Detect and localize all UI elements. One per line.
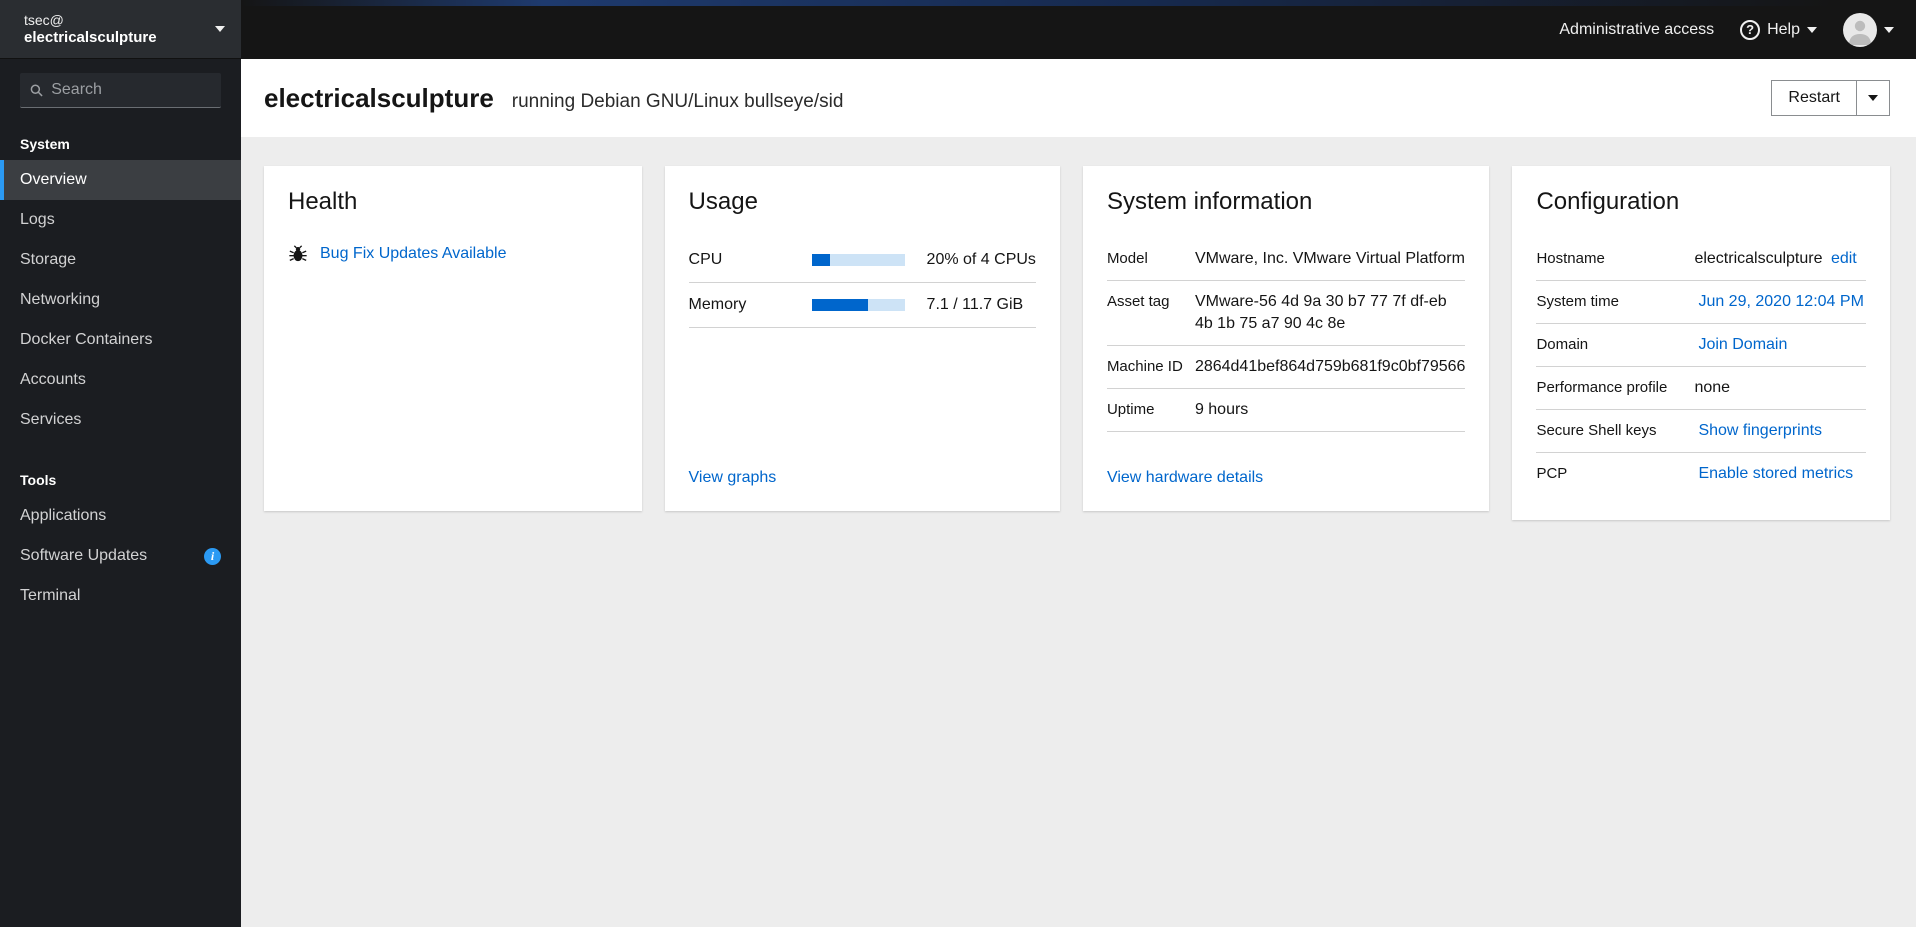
sidebar-item-docker-containers[interactable]: Docker Containers (0, 320, 241, 360)
chevron-down-icon (1807, 26, 1817, 33)
memory-usage-value: 7.1 / 11.7 GiB (926, 296, 1024, 313)
view-hardware-details-link[interactable]: View hardware details (1107, 469, 1263, 486)
usage-row-memory: Memory 7.1 / 11.7 GiB (688, 283, 1036, 328)
system-time-link[interactable]: Jun 29, 2020 12:04 PM (1698, 293, 1863, 310)
restart-dropdown-toggle[interactable] (1856, 81, 1889, 115)
sidebar-item-networking[interactable]: Networking (0, 280, 241, 320)
hostname-value: electricalsculpture (1694, 250, 1823, 267)
sysinfo-row-uptime: Uptime 9 hours (1106, 389, 1466, 432)
avatar (1843, 12, 1877, 47)
configuration-title: Configuration (1536, 188, 1680, 215)
page-title: electricalsculpture (264, 82, 494, 113)
restart-split-button: Restart (1771, 80, 1890, 116)
configuration-card: Configuration Hostname electricalsculptu… (1512, 166, 1890, 520)
restart-button[interactable]: Restart (1772, 81, 1856, 115)
chevron-down-icon (215, 26, 225, 32)
view-graphs-link[interactable]: View graphs (689, 469, 777, 486)
sidebar-item-logs[interactable]: Logs (0, 200, 241, 240)
sidebar: tsec@ electricalsculpture System Overvie… (0, 0, 241, 927)
person-icon (1849, 20, 1871, 45)
sysinfo-row-machine-id: Machine ID 2864d41bef864d759b681f9c0bf79… (1106, 346, 1466, 389)
config-row-domain: Domain Join Domain (1536, 324, 1866, 367)
sysinfo-row-model: Model VMware, Inc. VMware Virtual Platfo… (1106, 238, 1466, 281)
usage-card-title: Usage (688, 188, 758, 215)
health-card-title: Health (288, 188, 358, 215)
performance-profile-value: none (1694, 379, 1731, 396)
nav-section-system: System (20, 136, 70, 152)
config-row-hostname: Hostname electricalsculpture edit (1536, 238, 1866, 281)
usage-card: Usage CPU 20% of 4 CPUs Memory 7.1 / 11.… (664, 166, 1060, 511)
join-domain-link[interactable]: Join Domain (1698, 336, 1787, 353)
main-content: electricalsculpture running Debian GNU/L… (241, 59, 1916, 927)
sidebar-item-overview[interactable]: Overview (0, 160, 241, 200)
edit-hostname-link[interactable]: edit (1831, 250, 1857, 267)
memory-label: Memory (688, 296, 747, 313)
search-box[interactable] (20, 73, 221, 108)
help-menu[interactable]: ? Help (1740, 19, 1817, 40)
sidebar-item-software-updates[interactable]: Software Updates i (0, 536, 241, 576)
config-row-secure-shell-keys: Secure Shell keys Show fingerprints (1536, 410, 1866, 453)
administrative-access-button[interactable]: Administrative access (1559, 21, 1714, 39)
sidebar-item-storage[interactable]: Storage (0, 240, 241, 280)
user-menu[interactable] (1843, 12, 1894, 47)
system-information-card: System information Model VMware, Inc. VM… (1082, 166, 1490, 511)
config-row-performance-profile: Performance profile none (1536, 367, 1866, 410)
page-subtitle: running Debian GNU/Linux bullseye/sid (511, 90, 844, 112)
chevron-down-icon (1884, 26, 1894, 33)
config-row-pcp: PCP Enable stored metrics (1536, 465, 1854, 482)
system-information-title: System information (1106, 188, 1313, 215)
info-icon: i (204, 547, 221, 565)
sidebar-item-services[interactable]: Services (0, 400, 241, 440)
enable-stored-metrics-link[interactable]: Enable stored metrics (1698, 465, 1853, 482)
config-row-system-time: System time Jun 29, 2020 12:04 PM (1536, 281, 1866, 324)
cpu-usage-value: 20% of 4 CPUs (926, 251, 1036, 268)
search-input[interactable] (51, 81, 211, 99)
sidebar-item-accounts[interactable]: Accounts (0, 360, 241, 400)
memory-progress-bar (811, 299, 905, 311)
host-user-label: tsec@ (24, 11, 64, 28)
page-header: electricalsculpture running Debian GNU/L… (241, 59, 1916, 137)
help-icon: ? (1740, 19, 1761, 40)
usage-row-cpu: CPU 20% of 4 CPUs (688, 238, 1036, 283)
bug-fix-updates-link[interactable]: Bug Fix Updates Available (320, 245, 506, 263)
chevron-down-icon (1868, 95, 1878, 101)
sidebar-item-terminal[interactable]: Terminal (0, 576, 241, 616)
sysinfo-row-asset-tag: Asset tag VMware-56 4d 9a 30 b7 77 7f df… (1106, 281, 1466, 346)
health-card: Health Bug Fix Updates Available (264, 166, 642, 511)
nav-section-tools: Tools (20, 472, 57, 488)
masthead: Administrative access ? Help (241, 0, 1916, 59)
host-name-label: electricalsculpture (24, 28, 157, 46)
search-icon (30, 84, 43, 96)
host-selector[interactable]: tsec@ electricalsculpture (0, 0, 241, 59)
cpu-progress-bar (811, 254, 905, 266)
show-fingerprints-link[interactable]: Show fingerprints (1698, 422, 1822, 439)
bug-icon (289, 245, 307, 262)
cpu-label: CPU (688, 251, 723, 268)
sidebar-item-applications[interactable]: Applications (0, 496, 241, 536)
